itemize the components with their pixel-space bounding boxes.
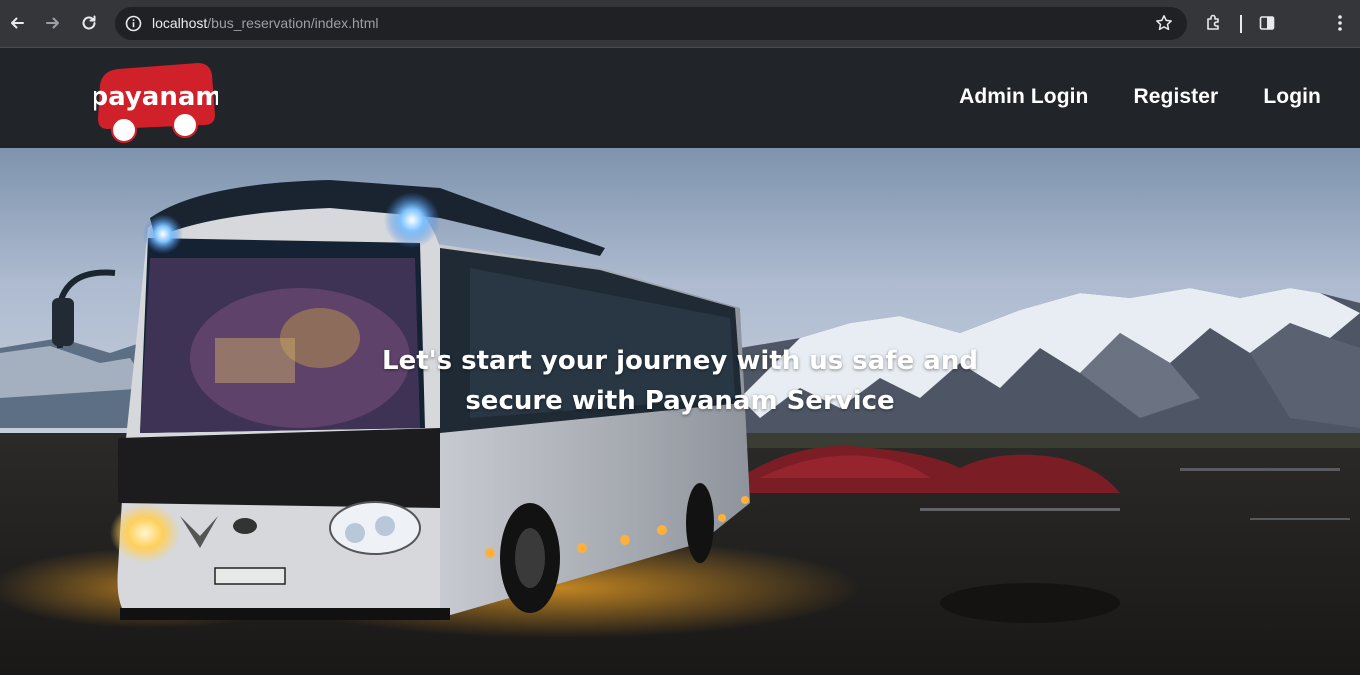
address-bar[interactable]: localhost/bus_reservation/index.html bbox=[115, 7, 1187, 40]
site-header: payanam Admin Login Register Login bbox=[0, 48, 1360, 148]
admin-login-link[interactable]: Admin Login bbox=[959, 85, 1088, 109]
toolbar-divider bbox=[1240, 15, 1242, 33]
logo-text: payanam bbox=[94, 82, 218, 112]
forward-icon[interactable] bbox=[41, 11, 65, 35]
back-icon[interactable] bbox=[5, 11, 29, 35]
register-link[interactable]: Register bbox=[1134, 85, 1219, 109]
hero-heading-line-1: Let's start your journey with us safe an… bbox=[382, 346, 978, 376]
bookmark-star-icon[interactable] bbox=[1155, 14, 1173, 36]
payanam-logo[interactable]: payanam bbox=[90, 63, 223, 143]
login-link[interactable]: Login bbox=[1263, 85, 1321, 109]
url-path: /bus_reservation/index.html bbox=[207, 15, 379, 31]
browser-toolbar: localhost/bus_reservation/index.html bbox=[0, 0, 1360, 48]
hero-heading-line-2: secure with Payanam Service bbox=[465, 386, 895, 416]
reload-icon[interactable] bbox=[77, 11, 101, 35]
hero-section: Let's start your journey with us safe an… bbox=[0, 148, 1360, 675]
main-nav: Admin Login Register Login bbox=[959, 85, 1321, 109]
side-panel-icon[interactable] bbox=[1255, 11, 1279, 35]
site-info-icon[interactable] bbox=[125, 15, 142, 36]
url-text: localhost/bus_reservation/index.html bbox=[152, 15, 378, 31]
url-host: localhost bbox=[152, 15, 208, 31]
hero-heading: Let's start your journey with us safe an… bbox=[380, 341, 980, 421]
menu-kebab-icon[interactable] bbox=[1328, 11, 1352, 35]
extensions-icon[interactable] bbox=[1202, 11, 1226, 35]
